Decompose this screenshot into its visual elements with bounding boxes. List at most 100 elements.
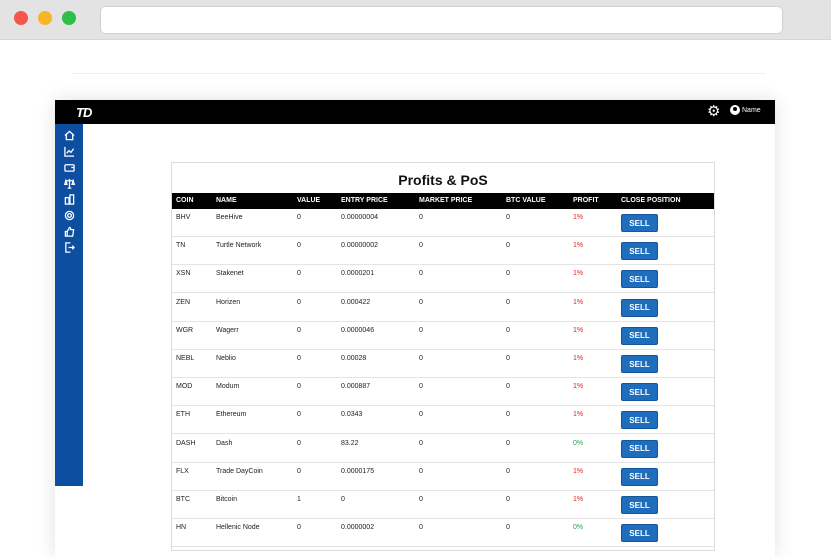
gear-icon[interactable]: ⚙ bbox=[707, 103, 720, 121]
market-price-cell: 0 bbox=[419, 524, 423, 532]
profit-cell: 1% bbox=[573, 326, 584, 334]
entry-price-cell: 0.000887 bbox=[341, 383, 371, 391]
scale-icon[interactable] bbox=[63, 177, 75, 189]
close-window-dot[interactable] bbox=[14, 11, 28, 25]
coin-name-cell: BeeHive bbox=[216, 214, 243, 221]
profits-panel: Profits & PoS COIN NAME VALUE ENTRY PRIC… bbox=[171, 162, 715, 551]
coin-cell: ZEN bbox=[176, 298, 190, 306]
profit-cell: 1% bbox=[573, 242, 584, 250]
coin-cell: XSN bbox=[176, 270, 191, 278]
table-row: BHV BeeHive 0 0.00000004 0 0 1% SELL bbox=[172, 209, 714, 237]
user-name: Name bbox=[742, 106, 761, 114]
thumbs-up-icon[interactable] bbox=[63, 225, 75, 237]
sell-button[interactable]: SELL bbox=[621, 298, 658, 317]
btc-value-cell: 0 bbox=[506, 411, 510, 419]
minimize-window-dot[interactable] bbox=[38, 11, 52, 25]
sell-button[interactable]: SELL bbox=[621, 524, 658, 543]
chart-icon[interactable] bbox=[63, 145, 75, 157]
avatar bbox=[730, 105, 740, 115]
coin-name-cell: Modum bbox=[216, 383, 240, 391]
entry-price-cell: 0.00000002 bbox=[341, 242, 378, 250]
sell-button[interactable]: SELL bbox=[621, 496, 658, 514]
profit-cell: 1% bbox=[573, 298, 584, 306]
profit-cell: 1% bbox=[573, 496, 584, 503]
value-cell: 0 bbox=[297, 270, 301, 278]
entry-price-cell: 0.0000002 bbox=[341, 524, 375, 532]
column-header-entry-price: ENTRY PRICE bbox=[341, 197, 388, 204]
coin-name-cell: Bitcoin bbox=[216, 496, 238, 503]
table-row: XSN Stakenet 0 0.0000201 0 0 1% SELL bbox=[172, 265, 714, 294]
coin-name-cell: Ethereum bbox=[216, 411, 247, 419]
address-bar[interactable] bbox=[100, 6, 783, 34]
market-price-cell: 0 bbox=[419, 326, 423, 334]
column-header-close-position: CLOSE POSITION bbox=[621, 197, 681, 204]
table-row: ETH Ethereum 0 0.0343 0 0 1% SELL bbox=[172, 406, 714, 435]
entry-price-cell: 0.0000046 bbox=[341, 326, 375, 334]
table-row: NEBL Neblio 0 0.00028 0 0 1% SELL bbox=[172, 350, 714, 378]
sell-button[interactable]: SELL bbox=[621, 439, 658, 458]
table-row: ZEN Horizen 0 0.000422 0 0 1% SELL bbox=[172, 294, 714, 322]
value-cell: 0 bbox=[297, 326, 301, 334]
target-icon[interactable] bbox=[63, 209, 75, 221]
coin-cell: WGR bbox=[176, 326, 194, 334]
profit-cell: 1% bbox=[573, 411, 584, 419]
app-window: TD ⚙ Name Profits & PoS COIN NAME VALUE … bbox=[55, 100, 775, 557]
coin-name-cell: Stakenet bbox=[216, 270, 244, 278]
coin-cell: BTC bbox=[176, 496, 190, 503]
coin-cell: NEBL bbox=[176, 355, 195, 362]
coin-name-cell: Trade DayCoin bbox=[216, 467, 263, 475]
column-header-value: VALUE bbox=[297, 197, 321, 204]
entry-price-cell: 0.0000175 bbox=[341, 467, 375, 475]
market-price-cell: 0 bbox=[419, 242, 423, 250]
btc-value-cell: 0 bbox=[506, 524, 510, 532]
value-cell: 0 bbox=[297, 355, 301, 362]
profit-cell: 0% bbox=[573, 439, 584, 447]
profit-cell: 1% bbox=[573, 270, 584, 278]
value-cell: 0 bbox=[297, 439, 301, 447]
coin-cell: FLX bbox=[176, 467, 189, 475]
sell-button[interactable]: SELL bbox=[621, 242, 658, 261]
table-header: COIN NAME VALUE ENTRY PRICE MARKET PRICE… bbox=[172, 193, 714, 209]
exit-icon[interactable] bbox=[63, 241, 75, 253]
sell-button[interactable]: SELL bbox=[621, 355, 658, 373]
value-cell: 0 bbox=[297, 467, 301, 475]
table-row: TN Turtle Network 0 0.00000002 0 0 1% SELL bbox=[172, 237, 714, 266]
table-row: HN Hellenic Node 0 0.0000002 0 0 0% SELL bbox=[172, 519, 714, 548]
buildings-icon[interactable] bbox=[63, 193, 75, 205]
value-cell: 0 bbox=[297, 411, 301, 419]
entry-price-cell: 0 bbox=[341, 496, 345, 503]
column-header-name: NAME bbox=[216, 197, 237, 204]
market-price-cell: 0 bbox=[419, 270, 423, 278]
sell-button[interactable]: SELL bbox=[621, 214, 658, 232]
coin-cell: ETH bbox=[176, 411, 190, 419]
user-menu[interactable]: Name bbox=[730, 105, 761, 115]
coin-cell: MOD bbox=[176, 383, 193, 391]
profit-cell: 0% bbox=[573, 524, 584, 532]
maximize-window-dot[interactable] bbox=[62, 11, 76, 25]
entry-price-cell: 0.00000004 bbox=[341, 214, 378, 221]
sell-button[interactable]: SELL bbox=[621, 467, 658, 486]
btc-value-cell: 0 bbox=[506, 270, 510, 278]
entry-price-cell: 0.0343 bbox=[341, 411, 363, 419]
app-logo[interactable]: TD bbox=[76, 105, 92, 120]
top-navbar: TD ⚙ Name bbox=[55, 100, 775, 124]
sell-button[interactable]: SELL bbox=[621, 411, 658, 430]
home-icon[interactable] bbox=[63, 129, 75, 141]
coin-name-cell: Turtle Network bbox=[216, 242, 262, 250]
sell-button[interactable]: SELL bbox=[621, 383, 658, 402]
table-row: DASH Dash 0 83.22 0 0 0% SELL bbox=[172, 435, 714, 463]
market-price-cell: 0 bbox=[419, 355, 423, 362]
btc-value-cell: 0 bbox=[506, 467, 510, 475]
table-row: BTC Bitcoin 1 0 0 0 1% SELL bbox=[172, 491, 714, 519]
coin-name-cell: Wagerr bbox=[216, 326, 239, 334]
coin-name-cell: Dash bbox=[216, 439, 233, 447]
btc-value-cell: 0 bbox=[506, 383, 510, 391]
btc-value-cell: 0 bbox=[506, 242, 510, 250]
wallet-icon[interactable] bbox=[63, 161, 75, 173]
btc-value-cell: 0 bbox=[506, 298, 510, 306]
btc-value-cell: 0 bbox=[506, 326, 510, 334]
btc-value-cell: 0 bbox=[506, 214, 510, 221]
sell-button[interactable]: SELL bbox=[621, 270, 658, 289]
sell-button[interactable]: SELL bbox=[621, 326, 658, 345]
value-cell: 1 bbox=[297, 496, 301, 503]
